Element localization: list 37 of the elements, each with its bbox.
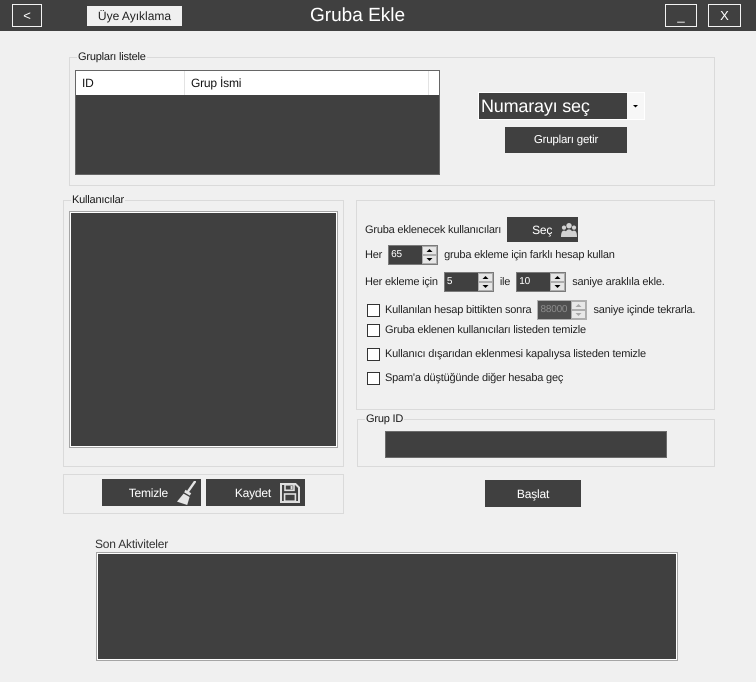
option-label: Gruba eklenecek kullanıcıları xyxy=(365,224,502,236)
checkbox-label: Kullanılan hesap bittikten sonra xyxy=(385,304,532,316)
group-id-field[interactable] xyxy=(385,431,667,458)
people-icon xyxy=(561,222,578,236)
select-button[interactable]: Seç xyxy=(507,217,578,242)
checkbox[interactable] xyxy=(367,304,380,316)
number-spinner[interactable]: 65 xyxy=(388,245,438,265)
option-label: Her ekleme için xyxy=(365,276,438,288)
nav-button[interactable]: Üye Ayıklama xyxy=(87,6,182,26)
group-label: Grup ID xyxy=(365,412,404,426)
fetch-button[interactable]: Grupları getir xyxy=(505,127,627,153)
checkbox[interactable] xyxy=(367,348,380,360)
minimize-button[interactable]: _ xyxy=(665,4,697,27)
number-spinner[interactable]: 5 xyxy=(444,272,494,292)
checkbox[interactable] xyxy=(367,324,380,336)
back-button[interactable]: < xyxy=(12,4,42,27)
number-spinner[interactable]: 10 xyxy=(516,272,566,292)
broom-icon xyxy=(177,480,196,504)
checkbox[interactable] xyxy=(367,372,380,384)
option-label: gruba ekleme için farklı hesap kullan xyxy=(444,249,615,261)
option-label: Her xyxy=(365,249,382,261)
window-title: Gruba Ekle xyxy=(310,4,406,26)
activity-label: Son Aktiviteler xyxy=(95,538,168,551)
save-button[interactable]: Kaydet xyxy=(206,479,305,506)
activity-log[interactable] xyxy=(96,552,678,661)
start-button[interactable]: Başlat xyxy=(485,480,581,507)
option-label: saniye araklıla ekle. xyxy=(572,276,665,288)
checkbox-label: Kullanıcı dışarıdan eklenmesi kapalıysa listeden temizle xyxy=(385,348,646,360)
number-dropdown[interactable]: Numarayı seç xyxy=(478,92,645,120)
option-label: ile xyxy=(500,276,510,288)
clear-button[interactable]: Temizle xyxy=(102,479,201,506)
group-label: Grupları listele xyxy=(77,50,147,64)
checkbox-label: Spam'a düştüğünde diğer hesaba geç xyxy=(385,372,564,384)
close-button[interactable]: X xyxy=(708,4,741,27)
user-list[interactable] xyxy=(69,211,338,448)
checkbox-label: Gruba eklenen kullanıcıları listeden temizle xyxy=(385,324,586,336)
option-label: saniye içinde tekrarla. xyxy=(593,304,696,316)
